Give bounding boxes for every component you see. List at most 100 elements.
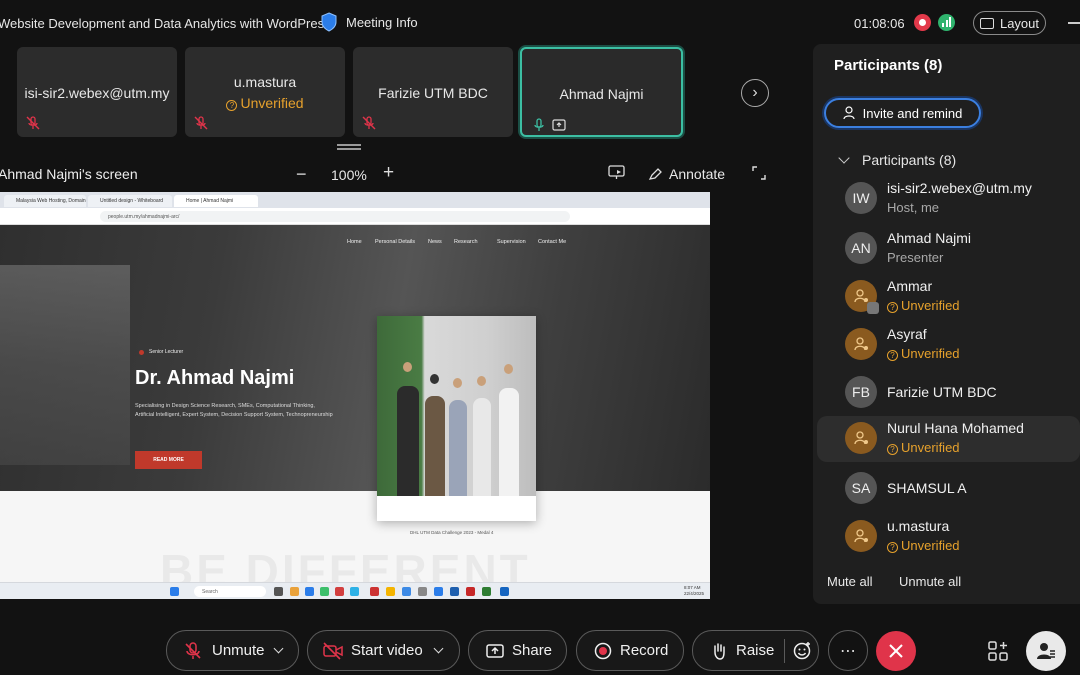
hero-description: Specialising in Design Science Research,… xyxy=(135,403,333,418)
website-hero: Home Personal Details News Research Supe… xyxy=(0,225,710,491)
close-icon xyxy=(889,644,903,658)
unverified-label: ? Unverified xyxy=(887,346,960,361)
site-nav-item: News xyxy=(428,239,442,245)
site-nav-item: Home xyxy=(347,239,362,245)
apps-icon[interactable] xyxy=(988,641,1008,661)
windows-taskbar: Search 8:07 AM 22/4/2025 xyxy=(0,582,710,599)
recording-status-icon[interactable] xyxy=(914,14,931,31)
taskbar-clock: 8:07 AM 22/4/2025 xyxy=(684,585,705,596)
chevron-down-icon xyxy=(838,152,850,164)
site-nav-item: Contact Me xyxy=(538,239,567,245)
question-icon: ? xyxy=(887,542,898,553)
meeting-info-button[interactable]: Meeting Info xyxy=(320,12,418,32)
unmute-label: Unmute xyxy=(212,642,265,659)
mic-off-icon xyxy=(362,116,376,130)
participant-name: Ahmad Najmi xyxy=(887,230,972,246)
reactions-icon[interactable] xyxy=(793,641,812,660)
leave-meeting-button[interactable] xyxy=(876,631,916,671)
guest-avatar xyxy=(845,422,877,454)
invite-label: Invite and remind xyxy=(862,105,963,121)
guest-avatar xyxy=(845,328,877,360)
video-tile[interactable]: isi-sir2.webex@utm.my xyxy=(17,47,177,137)
question-icon: ? xyxy=(226,100,238,111)
network-status-icon[interactable] xyxy=(938,14,955,31)
guest-avatar xyxy=(845,520,877,552)
more-options-button[interactable]: ⋯ xyxy=(828,630,868,671)
share-screen-icon xyxy=(486,643,504,658)
tile-name: Farizie UTM BDC xyxy=(378,85,488,101)
chevron-down-icon[interactable] xyxy=(273,643,283,654)
question-icon: ? xyxy=(887,350,898,361)
read-more-button: READ MORE xyxy=(135,451,202,469)
hero-background-image xyxy=(0,265,130,465)
participant-row[interactable]: u.mastura ? Unverified xyxy=(817,514,1080,560)
layout-button[interactable]: Layout xyxy=(973,11,1046,35)
question-icon: ? xyxy=(887,302,898,313)
zoom-out-button[interactable]: − xyxy=(296,164,307,185)
tile-name: Ahmad Najmi xyxy=(559,86,644,102)
share-label: Share xyxy=(512,642,553,659)
participant-role: Presenter xyxy=(887,250,944,265)
unmute-all-button[interactable]: Unmute all xyxy=(899,574,961,589)
participant-row[interactable]: AN Ahmad Najmi Presenter xyxy=(817,226,1080,272)
annotate-button[interactable]: Annotate xyxy=(648,166,725,182)
share-button[interactable]: Share xyxy=(468,630,567,671)
people-icon xyxy=(1037,643,1055,659)
participant-row[interactable]: SA SHAMSUL A xyxy=(817,466,1080,512)
participant-name: Nurul Hana Mohamed xyxy=(887,420,1024,436)
drag-handle[interactable] xyxy=(337,144,361,150)
browser-tab-bar: Malaysia Web Hosting, Domain Untitled de… xyxy=(0,192,710,208)
browser-tab-active[interactable]: Home | Ahmad Najmi xyxy=(174,195,258,207)
record-button[interactable]: Record xyxy=(576,630,684,671)
expand-icon[interactable] xyxy=(752,166,766,180)
browser-address-bar: people.utm.my/ahmadnajmi-arc/ xyxy=(0,208,710,225)
invite-and-remind-button[interactable]: Invite and remind xyxy=(824,98,981,128)
unverified-label: ? Unverified xyxy=(887,440,960,455)
browser-tab[interactable]: Malaysia Web Hosting, Domain xyxy=(4,195,86,207)
browser-tab[interactable]: Untitled design - Whiteboard xyxy=(88,195,172,207)
participants-toggle-button[interactable] xyxy=(1026,631,1066,671)
photo-caption: DHL UTM Data Challenge 2023 - Medal 4 xyxy=(410,530,494,535)
group-photo xyxy=(377,316,536,496)
meeting-timer: 01:08:06 xyxy=(854,16,905,31)
start-video-label: Start video xyxy=(351,642,423,659)
meeting-title: Website Development and Data Analytics w… xyxy=(0,16,331,31)
shared-screen[interactable]: Malaysia Web Hosting, Domain Untitled de… xyxy=(0,192,710,599)
mute-all-button[interactable]: Mute all xyxy=(827,574,873,589)
panel-title: Participants (8) xyxy=(834,57,943,74)
guest-user-icon xyxy=(854,337,868,351)
site-nav-item: Research xyxy=(454,239,478,245)
start-video-button[interactable]: Start video xyxy=(307,630,460,671)
video-tile-active-speaker[interactable]: Ahmad Najmi xyxy=(520,47,683,137)
participant-name: u.mastura xyxy=(887,518,950,534)
raise-hand-button[interactable]: Raise xyxy=(692,630,819,671)
record-label: Record xyxy=(620,642,669,659)
participant-row[interactable]: FB Farizie UTM BDC xyxy=(817,370,1080,416)
avatar: IW xyxy=(845,182,877,214)
participants-section-toggle[interactable]: Participants (8) xyxy=(838,152,957,168)
participant-row[interactable]: Ammar ? Unverified xyxy=(817,274,1080,320)
tile-unverified-label: ? Unverified xyxy=(185,95,345,111)
participant-row[interactable]: IW isi-sir2.webex@utm.my Host, me xyxy=(817,176,1080,222)
avatar: AN xyxy=(845,232,877,264)
chevron-down-icon[interactable] xyxy=(433,643,444,654)
next-tiles-button[interactable]: › xyxy=(741,79,769,107)
participant-row[interactable]: Asyraf ? Unverified xyxy=(817,322,1080,368)
mic-off-icon xyxy=(185,641,201,659)
section-label: Participants (8) xyxy=(862,152,957,168)
video-tile[interactable]: u.mastura ? Unverified xyxy=(185,47,345,137)
guest-avatar xyxy=(845,280,879,314)
video-tile[interactable]: Farizie UTM BDC xyxy=(353,47,513,137)
request-control-icon[interactable] xyxy=(608,165,625,180)
phone-badge-icon xyxy=(867,302,879,314)
top-bar: Website Development and Data Analytics w… xyxy=(0,0,1080,46)
participant-row[interactable]: Nurul Hana Mohamed ? Unverified xyxy=(817,416,1080,462)
unmute-button[interactable]: Unmute xyxy=(166,630,299,671)
tile-name: u.mastura xyxy=(233,74,297,90)
unverified-label: ? Unverified xyxy=(887,538,960,553)
browser-url[interactable]: people.utm.my/ahmadnajmi-arc/ xyxy=(100,211,570,222)
add-person-icon xyxy=(843,106,855,120)
meeting-info-label: Meeting Info xyxy=(346,14,418,30)
minimize-icon[interactable] xyxy=(1068,22,1080,24)
zoom-in-button[interactable]: + xyxy=(383,162,394,184)
